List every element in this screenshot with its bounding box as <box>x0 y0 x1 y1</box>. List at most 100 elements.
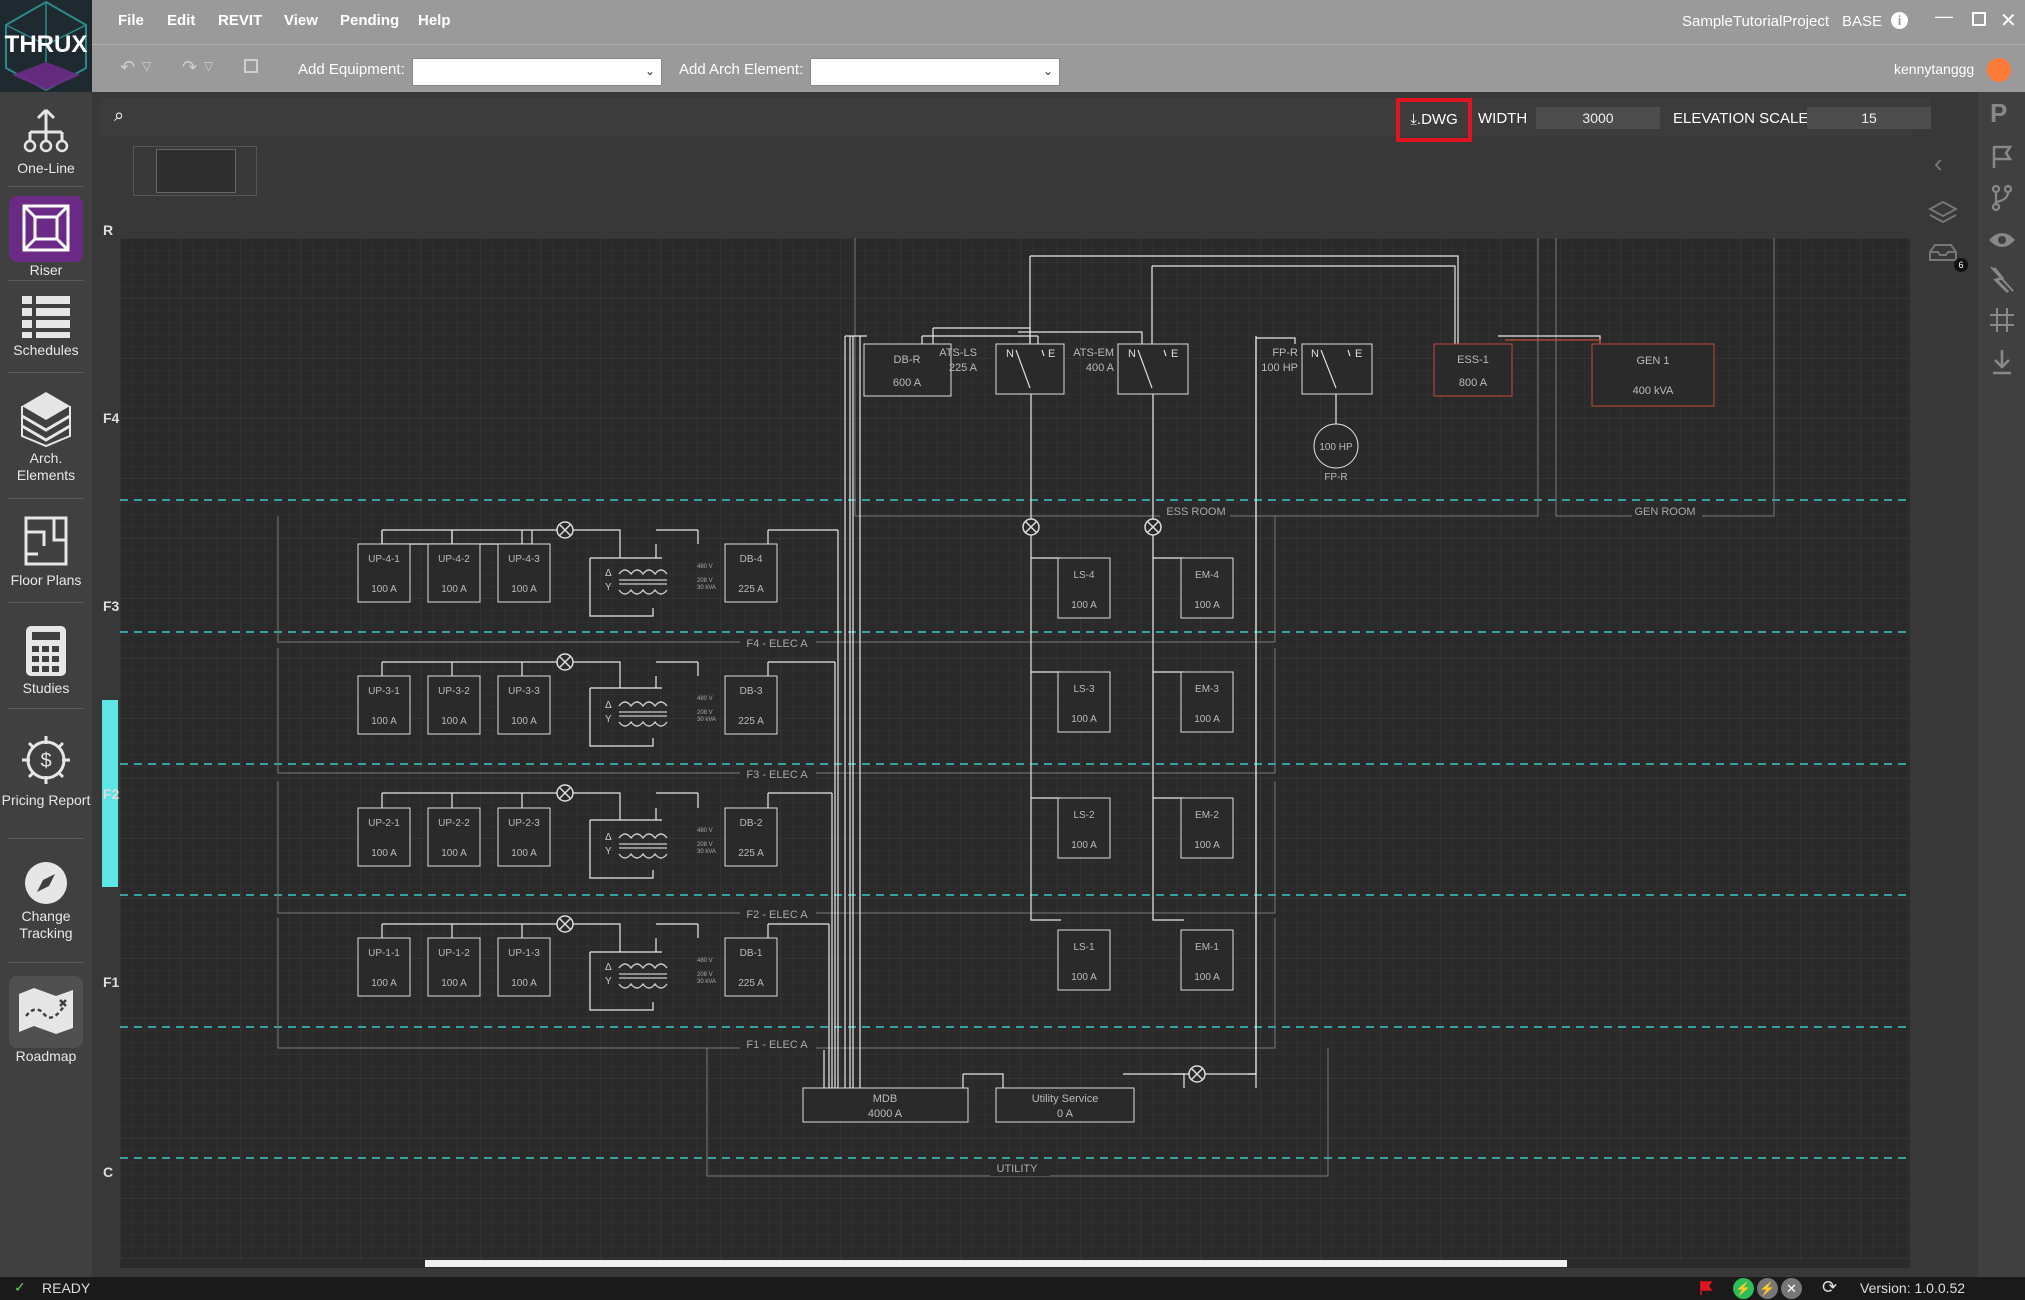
equipment-up-4-3[interactable]: UP-4-3 100 A <box>497 543 551 603</box>
eye-icon[interactable] <box>1987 230 2017 250</box>
equipment-db-r[interactable]: DB-R 600 A <box>863 343 952 397</box>
svg-text:100 A: 100 A <box>1194 714 1220 725</box>
equipment-db-4[interactable]: DB-4 225 A <box>724 543 778 603</box>
no-wire-icon[interactable] <box>1988 264 2016 294</box>
thrux-logo[interactable]: THRUX <box>0 0 92 92</box>
equipment-db-3[interactable]: DB-3 225 A <box>724 675 778 735</box>
svg-text:100 A: 100 A <box>371 848 397 859</box>
equipment-ls-2[interactable]: LS-2 100 A <box>1057 797 1111 859</box>
equipment-up-2-2[interactable]: UP-2-2 100 A <box>427 807 481 867</box>
svg-text:E: E <box>1171 348 1178 360</box>
width-input[interactable]: 3000 <box>1536 107 1660 129</box>
equipment-up-3-3[interactable]: UP-3-3 100 A <box>497 675 551 735</box>
scrollbar-thumb[interactable] <box>425 1260 1567 1267</box>
layers-icon[interactable] <box>1928 200 1958 226</box>
menu-bar: File Edit REVIT View Pending Help Sample… <box>92 0 2025 45</box>
collapse-chevron-left-icon[interactable]: ‹ <box>1934 148 1943 179</box>
menu-file[interactable]: File <box>118 12 144 29</box>
nav-roadmap[interactable]: Roadmap <box>0 976 92 1065</box>
add-equipment-select[interactable]: ⌄ <box>412 58 662 86</box>
power-connected-icon[interactable]: ⚡ <box>1733 1278 1754 1299</box>
power-icon[interactable]: ⚡ <box>1757 1278 1778 1299</box>
nav-change-tracking[interactable]: Change Tracking <box>0 860 92 942</box>
sync-icon[interactable]: ⟳ <box>1822 1277 1837 1298</box>
menu-revit[interactable]: REVIT <box>218 12 262 29</box>
equipment-up-3-1[interactable]: UP-3-1 100 A <box>357 675 411 735</box>
restore-icon[interactable] <box>1972 12 1986 26</box>
horizontal-scrollbar[interactable] <box>120 1260 1910 1268</box>
properties-p-icon[interactable]: P <box>1990 98 2007 129</box>
equipment-mdb[interactable]: MDB 4000 A <box>802 1087 969 1123</box>
close-icon[interactable]: ✕ <box>2000 8 2017 33</box>
equipment-ess-1[interactable]: ESS-1 800 A <box>1433 343 1513 397</box>
svg-text:UP-2-2: UP-2-2 <box>438 818 470 829</box>
floor-label-f1[interactable]: F1 <box>103 974 119 990</box>
avatar[interactable] <box>1987 58 2011 82</box>
equipment-ls-1[interactable]: LS-1 100 A <box>1057 929 1111 991</box>
calculator-icon <box>26 626 66 676</box>
floor-label-f4[interactable]: F4 <box>103 410 119 426</box>
redo-dropdown-icon[interactable]: ▽ <box>204 59 213 73</box>
equipment-em-1[interactable]: EM-1 100 A <box>1180 929 1234 991</box>
equipment-db-1[interactable]: DB-1 225 A <box>724 937 778 997</box>
redo-icon[interactable]: ↷ <box>182 57 197 78</box>
undo-icon[interactable]: ↶ <box>120 57 135 78</box>
nav-floor-plans[interactable]: Floor Plans <box>0 512 92 589</box>
menu-view[interactable]: View <box>284 12 318 29</box>
nav-label: Change Tracking <box>19 908 73 941</box>
flag-red-icon[interactable] <box>1698 1280 1714 1296</box>
svg-text:N: N <box>1128 348 1136 360</box>
nav-label: Roadmap <box>15 1048 77 1064</box>
equipment-utility-service[interactable]: Utility Service 0 A <box>995 1087 1135 1123</box>
floor-label-f3[interactable]: F3 <box>103 598 119 614</box>
nav-schedules[interactable]: Schedules <box>0 294 92 359</box>
search-icon[interactable]: ⌕ <box>114 105 124 126</box>
equipment-up-4-1[interactable]: UP-4-1 100 A <box>357 543 411 603</box>
equipment-up-1-1[interactable]: UP-1-1 100 A <box>357 937 411 997</box>
equipment-gen-1[interactable]: GEN 1 400 kVA <box>1591 343 1715 407</box>
grid-icon[interactable] <box>1988 306 2016 334</box>
minimap-viewport[interactable] <box>156 149 236 193</box>
save-icon[interactable] <box>244 59 258 73</box>
svg-text:DB-2: DB-2 <box>740 818 763 829</box>
equipment-em-3[interactable]: EM-3 100 A <box>1180 671 1234 733</box>
nav-arch-elements[interactable]: Arch. Elements <box>0 388 92 484</box>
floor-label-r[interactable]: R <box>103 222 113 238</box>
nav-studies[interactable]: Studies <box>0 624 92 697</box>
equipment-up-1-2[interactable]: UP-1-2 100 A <box>427 937 481 997</box>
floor-label-f2[interactable]: F2 <box>103 786 119 802</box>
nav-pricing-report[interactable]: $ Pricing Report <box>0 734 92 809</box>
tray-icon[interactable] <box>1928 242 1958 262</box>
menu-pending[interactable]: Pending <box>340 12 399 29</box>
equipment-up-4-2[interactable]: UP-4-2 100 A <box>427 543 481 603</box>
menu-help[interactable]: Help <box>418 12 451 29</box>
flag-icon[interactable] <box>1990 144 2014 170</box>
equipment-em-4[interactable]: EM-4 100 A <box>1180 557 1234 619</box>
equipment-db-2[interactable]: DB-2 225 A <box>724 807 778 867</box>
elevation-scale-input[interactable]: 15 <box>1807 107 1931 129</box>
download-icon[interactable] <box>1990 348 2014 376</box>
floor-label-c[interactable]: C <box>103 1164 113 1180</box>
equipment-em-2[interactable]: EM-2 100 A <box>1180 797 1234 859</box>
branch-icon[interactable] <box>1990 184 2014 212</box>
nav-riser[interactable]: Riser <box>0 196 92 279</box>
svg-text:100 A: 100 A <box>1071 600 1097 611</box>
info-icon[interactable]: i <box>1891 12 1908 29</box>
equipment-ls-3[interactable]: LS-3 100 A <box>1057 671 1111 733</box>
equipment-up-2-3[interactable]: UP-2-3 100 A <box>497 807 551 867</box>
equipment-ls-4[interactable]: LS-4 100 A <box>1057 557 1111 619</box>
svg-text:100 A: 100 A <box>1194 840 1220 851</box>
equipment-up-2-1[interactable]: UP-2-1 100 A <box>357 807 411 867</box>
riser-drawing[interactable]: Δ Y ESS ROOM GEN ROOM F <box>120 238 1910 1260</box>
equipment-up-3-2[interactable]: UP-3-2 100 A <box>427 675 481 735</box>
minimize-icon[interactable]: — <box>1935 6 1953 27</box>
power-off-icon[interactable]: ✕ <box>1781 1278 1802 1299</box>
export-dwg-button[interactable]: ⤓.DWG <box>1396 98 1472 142</box>
undo-dropdown-icon[interactable]: ▽ <box>142 59 151 73</box>
add-arch-element-select[interactable]: ⌄ <box>810 58 1060 86</box>
menu-edit[interactable]: Edit <box>167 12 195 29</box>
svg-text:100 A: 100 A <box>1071 840 1097 851</box>
nav-one-line[interactable]: One-Line <box>0 108 92 177</box>
equipment-up-1-3[interactable]: UP-1-3 100 A <box>497 937 551 997</box>
minimap[interactable] <box>133 146 257 196</box>
